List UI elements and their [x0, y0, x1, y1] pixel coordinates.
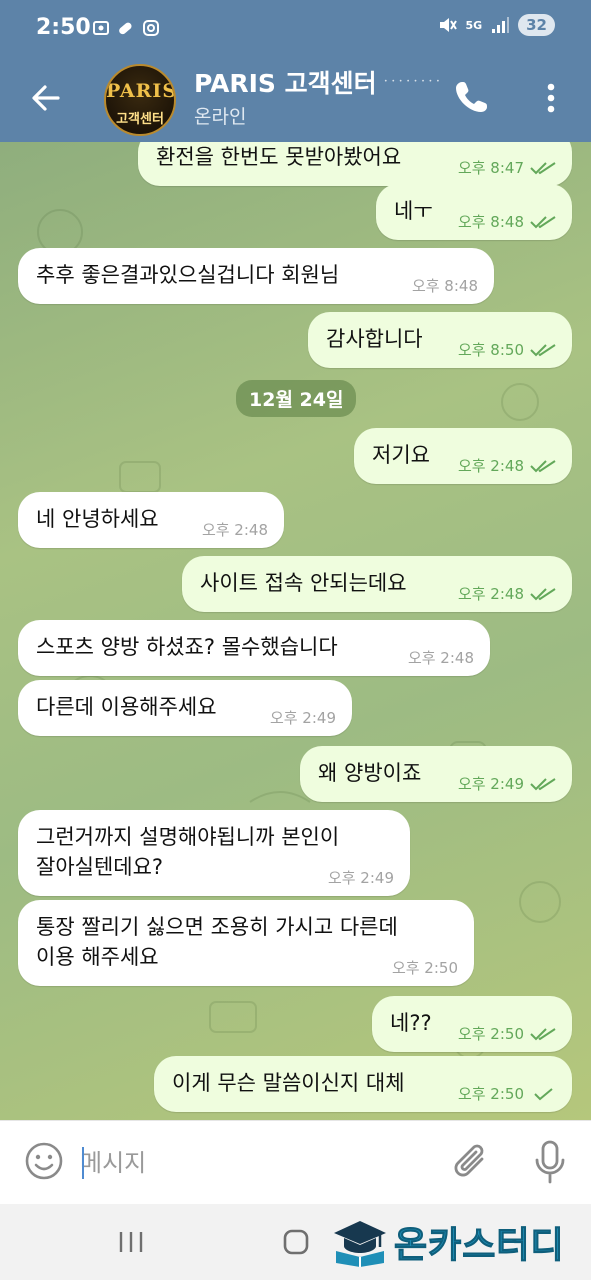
message-input[interactable]	[80, 1143, 400, 1183]
message-outgoing[interactable]: 왜 양방이죠 오후 2:49	[300, 746, 572, 802]
message-text: 스포츠 양방 하셨죠? 몰수했습니다	[36, 635, 338, 659]
avatar[interactable]: PARIS 고객센터	[104, 64, 176, 136]
message-meta: 오후 2:49	[328, 867, 394, 888]
message-meta: 오후 2:50	[458, 1023, 556, 1044]
screenshot-icon	[93, 21, 109, 35]
message-incoming[interactable]: 다른데 이용해주세요 오후 2:49	[18, 680, 352, 736]
double-check-icon	[530, 161, 556, 174]
message-time: 오후 2:50	[457, 1085, 524, 1103]
attach-icon[interactable]	[452, 1141, 492, 1185]
message-incoming[interactable]: 스포츠 양방 하셨죠? 몰수했습니다 오후 2:48	[18, 620, 490, 676]
message-incoming[interactable]: 통장 짤리기 싫으면 조용히 가시고 다른데 이용 해주세요 오후 2:50	[18, 900, 474, 986]
message-time: 오후 8:50	[457, 341, 524, 359]
signal-icon	[492, 17, 510, 33]
message-time: 오후 2:48	[407, 649, 474, 667]
avatar-subtext: 고객센터	[116, 112, 164, 127]
status-bar: 2:50 5G 32	[0, 0, 591, 58]
message-text-line: 통장 짤리기 싫으면 조용히 가시고 다른데	[36, 915, 398, 939]
instagram-icon	[143, 20, 159, 36]
message-meta: 오후 2:48	[458, 583, 556, 604]
message-time: 오후 2:48	[457, 457, 524, 475]
more-vert-icon[interactable]	[536, 80, 566, 116]
graduation-cap-book-icon	[334, 1221, 386, 1267]
chat-title[interactable]: PARIS 고객센터	[194, 64, 377, 100]
double-check-icon	[530, 215, 556, 228]
message-meta: 오후 2:49	[270, 707, 336, 728]
double-check-icon	[530, 1027, 556, 1040]
message-outgoing[interactable]: 네?? 오후 2:50	[372, 996, 572, 1052]
avatar-logo-text: PARIS	[106, 80, 176, 102]
message-meta: 오후 8:48	[458, 211, 556, 232]
message-meta: 오후 2:48	[408, 647, 474, 668]
message-meta: 오후 2:50	[392, 957, 458, 978]
double-check-icon	[530, 459, 556, 472]
double-check-icon	[530, 777, 556, 790]
chat-status: 온라인	[194, 106, 247, 128]
message-time: 오후 8:48	[457, 213, 524, 231]
text-caret	[82, 1147, 84, 1179]
message-incoming[interactable]: 그런거까지 설명해야됩니까 본인이 잘아실텐데요? 오후 2:49	[18, 810, 410, 896]
message-outgoing[interactable]: 네ㅜ 오후 8:48	[376, 184, 572, 240]
message-outgoing[interactable]: 저기요 오후 2:48	[354, 428, 572, 484]
status-time: 2:50	[36, 15, 91, 40]
message-time: 오후 2:49	[269, 709, 336, 727]
mic-icon[interactable]	[532, 1139, 568, 1185]
chat-area[interactable]: 환전을 한번도 못받아봤어요 오후 8:47 네ㅜ 오후 8:48 추후 좋은결…	[0, 142, 591, 1120]
message-time: 오후 2:49	[327, 869, 394, 887]
message-time: 오후 8:47	[457, 159, 524, 177]
pill-icon	[119, 22, 132, 35]
message-time: 오후 2:48	[457, 585, 524, 603]
emoji-icon[interactable]	[24, 1141, 64, 1181]
composer	[0, 1120, 591, 1204]
title-overflow-dots: • • • • • • • •	[384, 78, 441, 85]
message-text: 추후 좋은결과있으실겁니다 회원님	[36, 263, 340, 287]
phone-icon[interactable]	[454, 78, 490, 114]
message-meta: 오후 8:50	[458, 339, 556, 360]
message-time: 오후 2:49	[457, 775, 524, 793]
home-icon[interactable]	[282, 1228, 310, 1256]
double-check-icon	[530, 587, 556, 600]
single-check-icon	[534, 1087, 553, 1100]
message-time: 오후 2:50	[457, 1025, 524, 1043]
mute-icon	[440, 18, 458, 32]
back-arrow-icon[interactable]	[28, 80, 64, 116]
message-time: 오후 2:48	[201, 521, 268, 539]
message-meta: 오후 2:50	[458, 1083, 556, 1104]
message-text-line: 그런거까지 설명해야됩니까 본인이	[36, 825, 340, 849]
message-meta: 오후 2:48	[202, 519, 268, 540]
message-outgoing[interactable]: 감사합니다 오후 8:50	[308, 312, 572, 368]
message-outgoing[interactable]: 이게 무슨 말씀이신지 대체 오후 2:50	[154, 1056, 572, 1112]
message-meta: 오후 2:49	[458, 773, 556, 794]
double-check-icon	[530, 343, 556, 356]
chat-header: PARIS 고객센터 PARIS 고객센터 • • • • • • • • 온라…	[0, 58, 591, 142]
message-time: 오후 8:48	[411, 277, 478, 295]
recent-apps-icon[interactable]	[118, 1230, 144, 1254]
message-outgoing[interactable]: 환전을 한번도 못받아봤어요 오후 8:47	[138, 142, 572, 186]
message-meta: 오후 2:48	[458, 455, 556, 476]
message-outgoing[interactable]: 사이트 접속 안되는데요 오후 2:48	[182, 556, 572, 612]
message-meta: 오후 8:47	[458, 157, 556, 178]
system-nav-bar: 온카스터디	[0, 1204, 591, 1280]
watermark-text: 온카스터디	[394, 1225, 565, 1267]
message-time: 오후 2:50	[391, 959, 458, 977]
message-meta: 오후 8:48	[412, 275, 478, 296]
date-separator: 12월 24일	[236, 380, 357, 417]
watermark: 온카스터디	[330, 1216, 565, 1268]
battery-badge: 32	[518, 14, 555, 36]
message-incoming[interactable]: 추후 좋은결과있으실겁니다 회원님 오후 8:48	[18, 248, 494, 304]
message-incoming[interactable]: 네 안녕하세요 오후 2:48	[18, 492, 284, 548]
network-label: 5G	[465, 18, 483, 32]
